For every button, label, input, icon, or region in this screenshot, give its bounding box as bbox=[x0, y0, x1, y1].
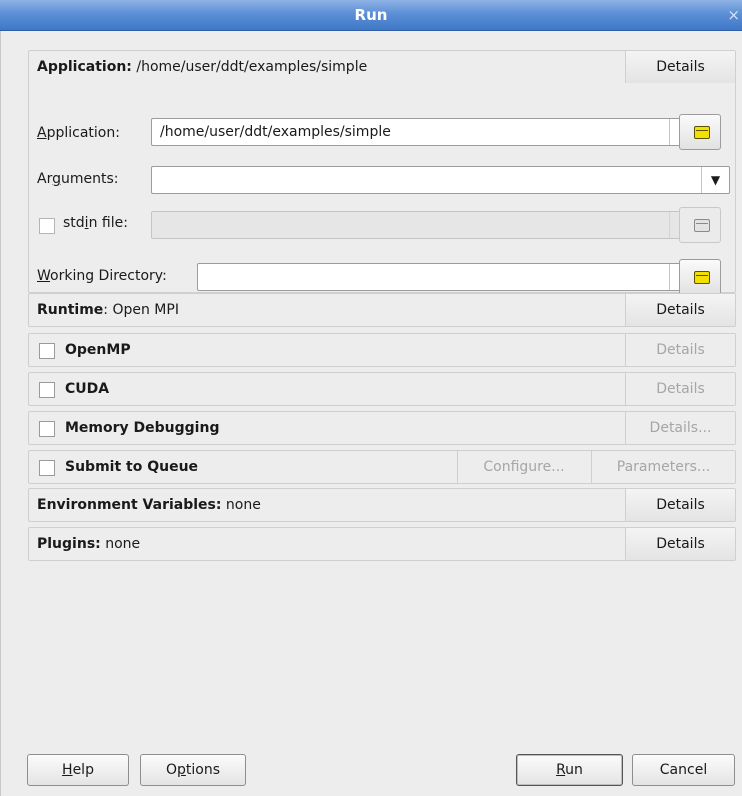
openmp-checkbox[interactable] bbox=[39, 343, 55, 359]
cuda-bar: CUDA Details bbox=[28, 372, 736, 406]
stdin-browse-button[interactable] bbox=[679, 207, 721, 243]
stdin-label: stdin file: bbox=[63, 215, 128, 231]
run-button[interactable]: Run bbox=[516, 754, 623, 786]
arguments-label: Arguments: bbox=[37, 171, 119, 187]
application-combo[interactable]: /home/user/ddt/examples/simple ▼ bbox=[151, 118, 698, 146]
cuda-details-button[interactable]: Details bbox=[625, 373, 735, 405]
memory-debugging-checkbox[interactable] bbox=[39, 421, 55, 437]
application-details-button[interactable]: Details bbox=[625, 51, 735, 83]
parameters-button[interactable]: Parameters... bbox=[591, 451, 735, 483]
close-icon[interactable]: × bbox=[727, 0, 740, 31]
runtime-details-button[interactable]: Details bbox=[625, 294, 735, 326]
chevron-down-icon[interactable]: ▼ bbox=[701, 167, 729, 193]
stdin-file-combo[interactable]: ▼ bbox=[151, 211, 698, 239]
working-directory-label: Working Directory: bbox=[37, 268, 167, 284]
environment-variables-summary: Environment Variables: none bbox=[37, 497, 261, 513]
window-title: Run bbox=[354, 6, 388, 24]
cuda-label: CUDA bbox=[65, 381, 110, 397]
application-browse-button[interactable] bbox=[679, 114, 721, 150]
runtime-summary: Runtime: Open MPI bbox=[37, 302, 179, 318]
application-path: /home/user/ddt/examples/simple bbox=[160, 124, 391, 140]
memory-debugging-details-button[interactable]: Details... bbox=[625, 412, 735, 444]
openmp-bar: OpenMP Details bbox=[28, 333, 736, 367]
application-group: Application: /home/user/ddt/examples/sim… bbox=[28, 50, 736, 295]
environment-variables-details-button[interactable]: Details bbox=[625, 489, 735, 521]
environment-variables-bar: Environment Variables: none Details bbox=[28, 488, 736, 522]
configure-button[interactable]: Configure... bbox=[457, 451, 590, 483]
runtime-bar: Runtime: Open MPI Details bbox=[28, 293, 736, 327]
folder-icon bbox=[694, 271, 710, 284]
options-button[interactable]: Options bbox=[140, 754, 246, 786]
submit-to-queue-bar: Submit to Queue Configure... Parameters.… bbox=[28, 450, 736, 484]
plugins-details-button[interactable]: Details bbox=[625, 528, 735, 560]
submit-to-queue-checkbox[interactable] bbox=[39, 460, 55, 476]
run-dialog: Application: /home/user/ddt/examples/sim… bbox=[0, 31, 742, 796]
memory-debugging-label: Memory Debugging bbox=[65, 420, 220, 436]
application-group-header: Application: /home/user/ddt/examples/sim… bbox=[29, 51, 735, 85]
openmp-label: OpenMP bbox=[65, 342, 131, 358]
application-label: Application: bbox=[37, 125, 120, 141]
arguments-combo[interactable]: ▼ bbox=[151, 166, 730, 194]
working-directory-browse-button[interactable] bbox=[679, 259, 721, 295]
window-title-bar: Run × bbox=[0, 0, 742, 31]
cancel-button[interactable]: Cancel bbox=[632, 754, 735, 786]
openmp-details-button[interactable]: Details bbox=[625, 334, 735, 366]
plugins-summary: Plugins: none bbox=[37, 536, 141, 552]
submit-to-queue-label: Submit to Queue bbox=[65, 459, 199, 475]
stdin-checkbox[interactable] bbox=[39, 218, 55, 234]
working-directory-combo[interactable]: ▼ bbox=[197, 263, 698, 291]
plugins-bar: Plugins: none Details bbox=[28, 527, 736, 561]
cuda-checkbox[interactable] bbox=[39, 382, 55, 398]
help-button[interactable]: Help bbox=[27, 754, 129, 786]
folder-icon bbox=[694, 219, 710, 232]
memory-debugging-bar: Memory Debugging Details... bbox=[28, 411, 736, 445]
folder-icon bbox=[694, 126, 710, 139]
application-summary: Application: /home/user/ddt/examples/sim… bbox=[37, 59, 368, 75]
